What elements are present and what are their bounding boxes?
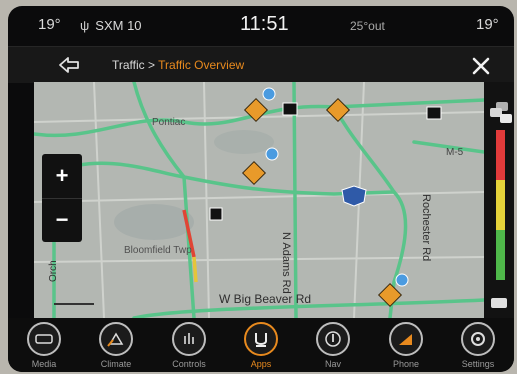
traffic-color-legend <box>496 130 505 280</box>
signal-icon: ψ <box>80 18 90 33</box>
breadcrumb-current: Traffic Overview <box>158 58 245 72</box>
bottom-nav: Media Climate Controls Apps Nav Phone Settings <box>8 318 514 372</box>
map-label-m5: M-5 <box>446 147 464 158</box>
breadcrumb-separator: > <box>144 58 159 72</box>
apps-icon <box>244 322 278 356</box>
traffic-map[interactable]: Pontiac Bloomfield Twp N Adams Rd Roches… <box>34 82 484 318</box>
nav-item-phone[interactable]: Phone <box>376 322 436 372</box>
nav-label: Climate <box>100 359 132 369</box>
nav-label: Settings <box>461 359 495 369</box>
nav-item-controls[interactable]: Controls <box>159 322 219 372</box>
passenger-temperature[interactable]: 19° <box>476 16 499 33</box>
zoom-controls: + − <box>42 154 82 242</box>
radio-station-label: SXM 10 <box>95 18 142 33</box>
driver-temperature[interactable]: 19° <box>38 16 61 33</box>
infotainment-screen: 19° ψ SXM 10 11:51 25°out 19° Traffic > T… <box>8 6 514 372</box>
map-label-big-beaver-rd: W Big Beaver Rd <box>219 292 312 306</box>
phone-icon <box>389 322 423 356</box>
nav-item-nav[interactable]: Nav <box>303 322 363 372</box>
traffic-legend-segment <box>496 180 505 230</box>
traffic-legend-segment <box>496 230 505 280</box>
page-header: Traffic > Traffic Overview <box>8 46 514 83</box>
map-label-orchard: Orch <box>48 260 59 282</box>
light-traffic-icon <box>491 298 507 308</box>
nav-item-apps[interactable]: Apps <box>231 322 291 372</box>
nav-label: Phone <box>392 359 420 369</box>
zoom-out-button[interactable]: − <box>42 198 82 242</box>
radio-station: ψ SXM 10 <box>80 18 142 33</box>
controls-icon <box>172 322 206 356</box>
status-bar: 19° ψ SXM 10 11:51 25°out 19° <box>8 6 514 46</box>
back-arrow-icon <box>59 57 79 73</box>
map-label-bloomfield: Bloomfield Twp <box>124 245 192 256</box>
back-button[interactable] <box>48 54 88 76</box>
nav-label: Controls <box>172 359 206 369</box>
nav-icon <box>316 322 350 356</box>
map-canvas <box>34 82 484 318</box>
nav-item-media[interactable]: Media <box>14 322 74 372</box>
nav-label: Nav <box>324 359 341 369</box>
map-label-pontiac: Pontiac <box>152 117 186 128</box>
traffic-legend-segment <box>496 130 505 180</box>
zoom-in-button[interactable]: + <box>42 154 82 199</box>
breadcrumb-parent[interactable]: Traffic <box>112 58 145 72</box>
breadcrumb: Traffic > Traffic Overview <box>112 58 244 72</box>
close-icon <box>472 57 490 75</box>
outside-temperature: 25°out <box>350 19 385 33</box>
nav-label: Apps <box>250 359 272 369</box>
nav-item-climate[interactable]: Climate <box>86 322 146 372</box>
close-button[interactable] <box>468 53 494 79</box>
settings-icon <box>461 322 495 356</box>
map-label-rochester-rd: Rochester Rd <box>420 194 432 262</box>
climate-icon <box>99 322 133 356</box>
traffic-legend-rail <box>484 82 514 318</box>
clock: 11:51 <box>240 13 289 35</box>
nav-item-settings[interactable]: Settings <box>448 322 508 372</box>
media-icon <box>27 322 61 356</box>
nav-label: Media <box>31 359 57 369</box>
map-label-adams-rd: N Adams Rd <box>280 232 292 294</box>
